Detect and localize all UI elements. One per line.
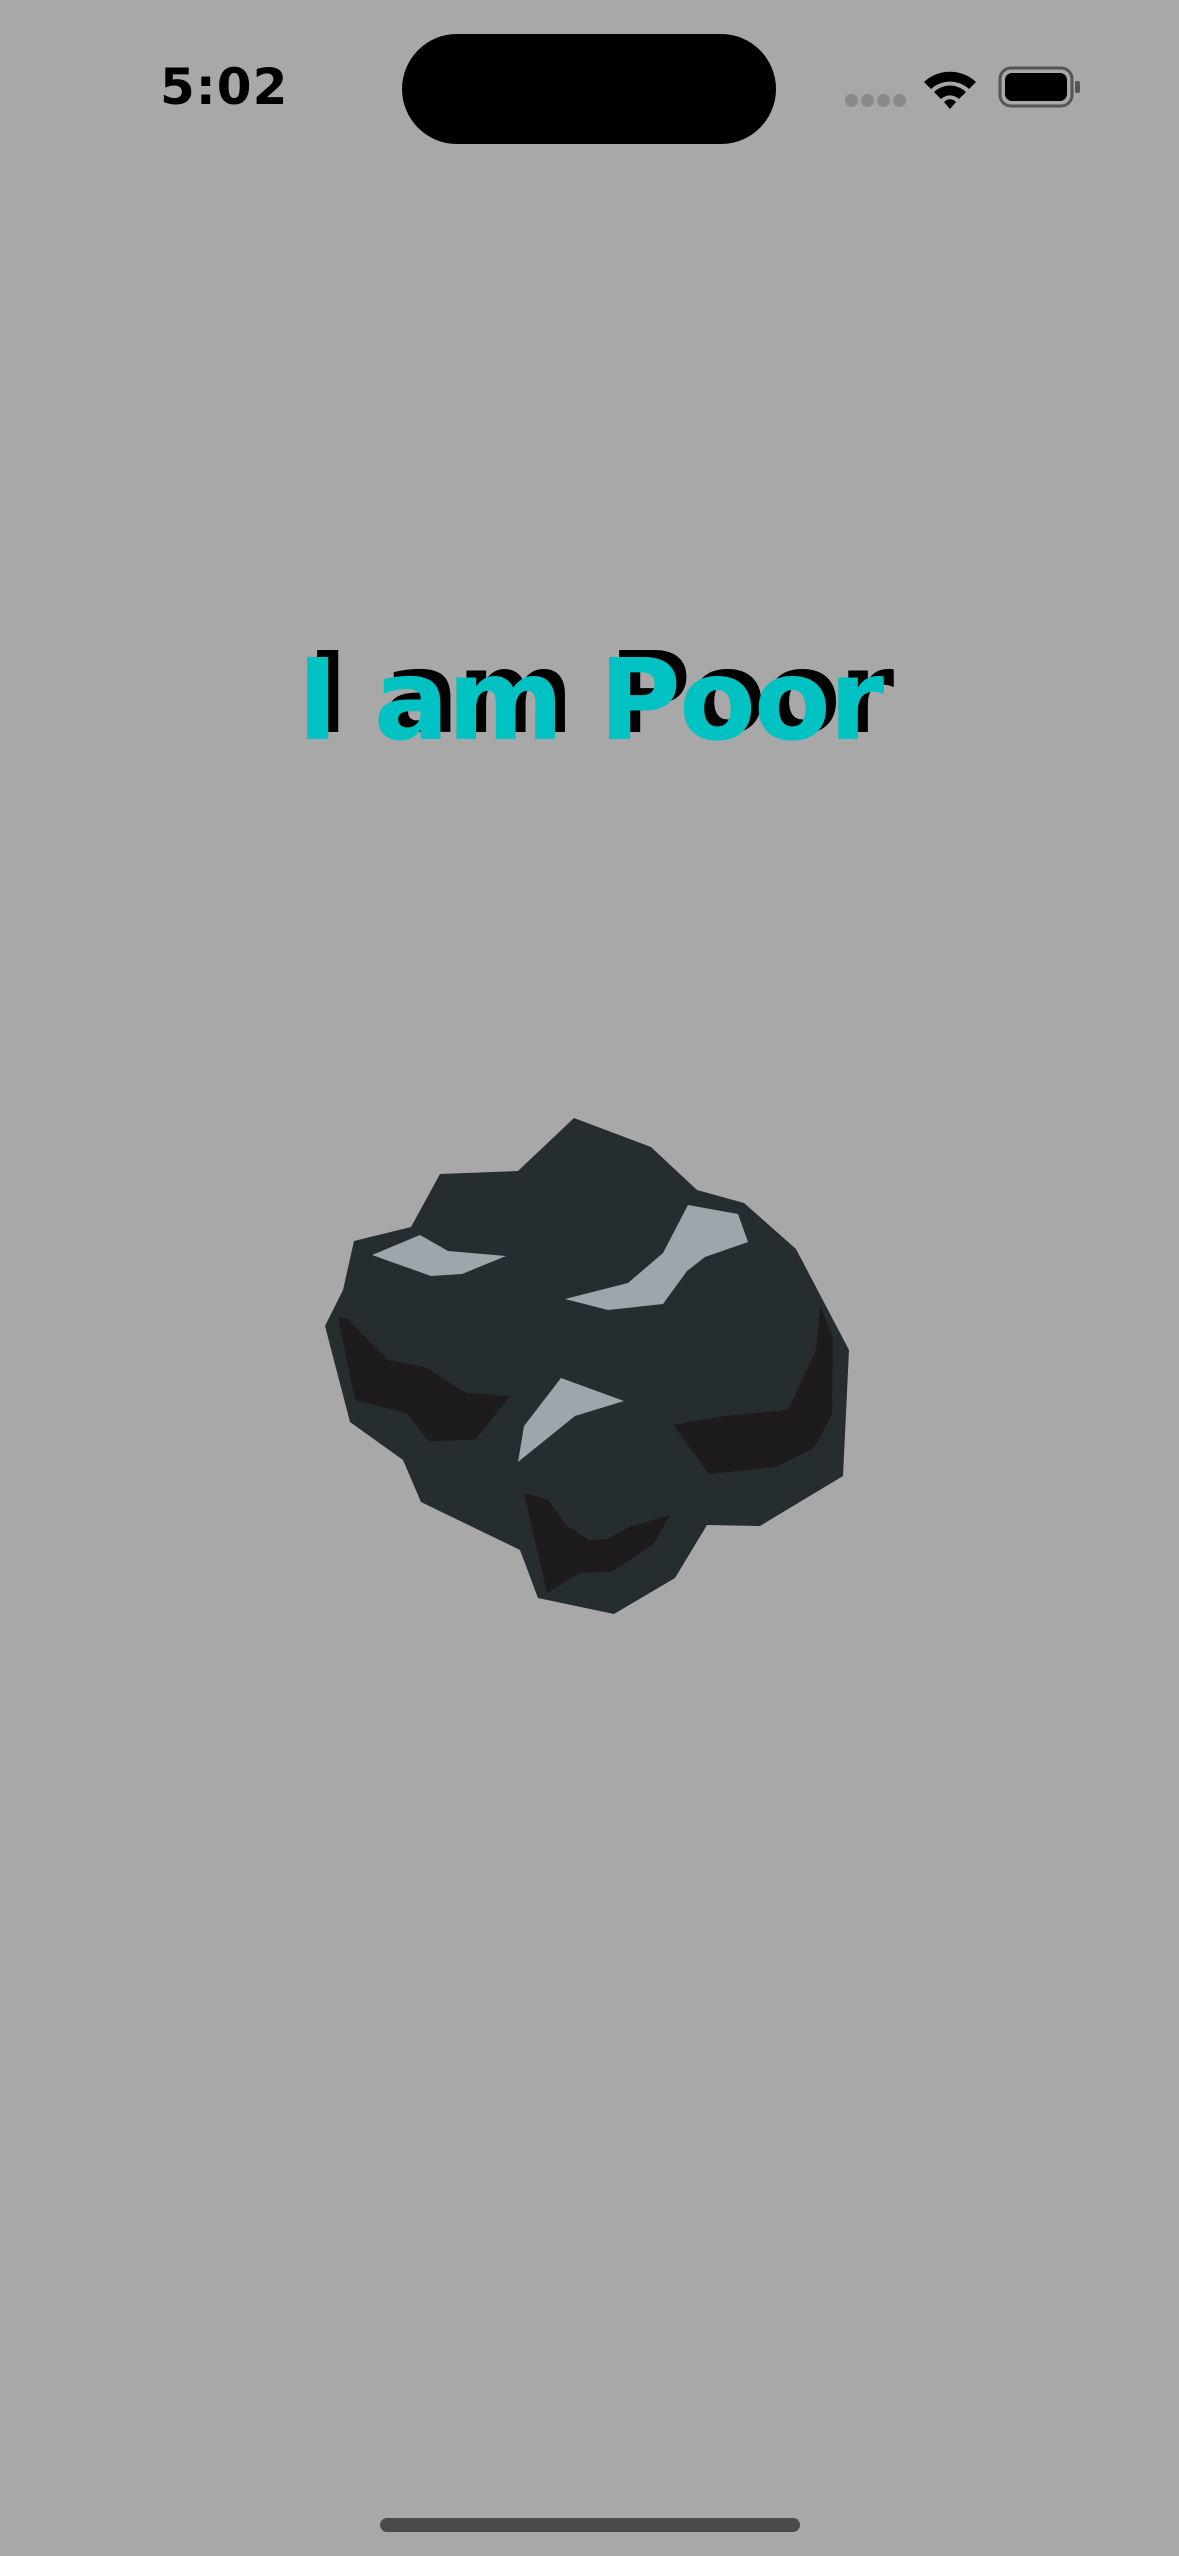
battery-icon <box>998 66 1080 108</box>
headline: I am Poor <box>296 636 884 766</box>
dynamic-island <box>402 34 776 144</box>
status-time: 5:02 <box>160 58 289 116</box>
cellular-signal-icon <box>845 94 906 108</box>
coal-image <box>325 1118 849 1614</box>
wifi-icon <box>924 71 976 109</box>
home-indicator[interactable] <box>380 2518 800 2532</box>
status-bar: 5:02 <box>0 0 1179 160</box>
